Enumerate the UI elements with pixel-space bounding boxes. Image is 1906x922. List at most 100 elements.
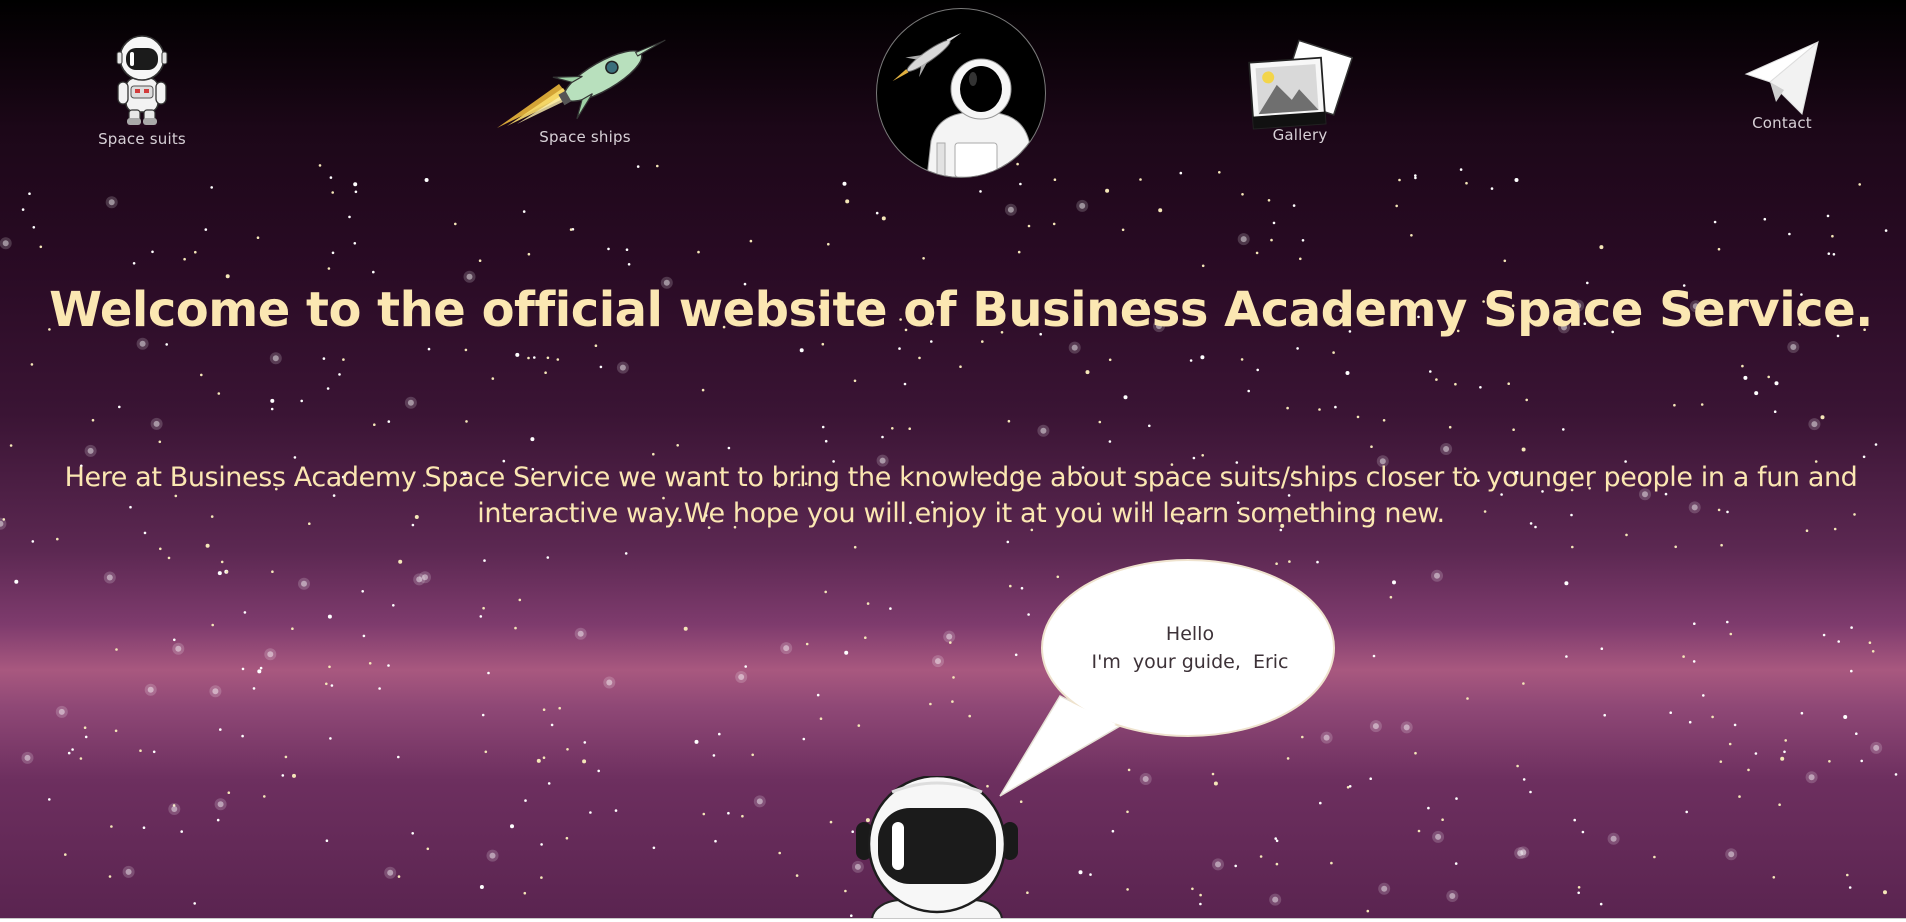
star xyxy=(1525,398,1528,402)
star xyxy=(1512,428,1515,432)
star xyxy=(487,671,490,675)
guide-astronaut[interactable] xyxy=(852,774,1022,922)
star xyxy=(569,228,573,231)
star xyxy=(1822,633,1826,637)
star xyxy=(225,570,229,574)
star xyxy=(514,626,517,630)
site-logo[interactable] xyxy=(876,8,1046,178)
star xyxy=(205,543,210,548)
star xyxy=(1372,654,1376,658)
star-core xyxy=(1443,446,1450,452)
star xyxy=(1459,168,1463,171)
star xyxy=(1826,214,1830,218)
star xyxy=(599,365,603,369)
star xyxy=(824,439,828,443)
star-core xyxy=(407,399,414,406)
star xyxy=(271,570,274,573)
star xyxy=(225,274,230,279)
nav-item-space-ships[interactable]: Space ships xyxy=(490,36,680,146)
star xyxy=(1414,751,1417,755)
star xyxy=(523,891,527,895)
star xyxy=(1503,259,1507,263)
star xyxy=(193,902,196,905)
star-core xyxy=(272,355,279,362)
star xyxy=(142,826,146,829)
star xyxy=(1139,178,1142,181)
star xyxy=(1692,660,1696,663)
nav-item-gallery[interactable]: Gallery xyxy=(1240,38,1360,144)
star xyxy=(158,440,162,444)
star xyxy=(829,820,833,824)
star xyxy=(1828,760,1831,763)
star xyxy=(1089,873,1092,876)
astronaut-logo-icon xyxy=(892,32,1034,177)
star xyxy=(1479,386,1482,389)
star xyxy=(624,552,628,555)
star xyxy=(533,356,536,359)
star xyxy=(1199,893,1202,897)
star xyxy=(652,846,656,850)
star xyxy=(1455,797,1458,800)
star xyxy=(853,379,857,383)
star xyxy=(373,423,376,427)
star xyxy=(1200,355,1205,360)
star xyxy=(844,650,849,655)
star xyxy=(39,245,43,249)
star xyxy=(152,750,156,754)
star xyxy=(527,252,531,256)
star xyxy=(326,387,330,390)
speech-bubble-text: Hello I'm your guide, Eric xyxy=(1040,620,1340,676)
star xyxy=(1345,371,1350,375)
star xyxy=(889,607,892,610)
star xyxy=(478,259,482,263)
star xyxy=(1868,641,1872,644)
star xyxy=(714,839,717,843)
star xyxy=(1098,420,1102,424)
star xyxy=(281,774,285,777)
star xyxy=(30,363,34,366)
star xyxy=(1521,447,1526,452)
star xyxy=(1427,806,1430,810)
star xyxy=(799,348,804,353)
star xyxy=(1780,756,1785,761)
star xyxy=(1111,829,1115,833)
nav-item-contact[interactable]: Contact xyxy=(1732,38,1832,132)
star xyxy=(465,420,468,423)
star xyxy=(173,638,176,642)
star xyxy=(327,614,332,619)
star-core xyxy=(1728,851,1735,858)
star xyxy=(1711,715,1714,719)
star-core xyxy=(946,633,953,640)
star xyxy=(1573,818,1576,822)
star-core xyxy=(1434,572,1440,579)
star xyxy=(968,714,971,718)
star xyxy=(1846,873,1849,877)
star-core xyxy=(1435,833,1442,840)
star xyxy=(546,556,550,559)
star xyxy=(211,623,214,627)
star xyxy=(331,251,335,255)
star xyxy=(270,398,275,403)
star xyxy=(1883,890,1887,895)
nav-item-space-suits[interactable]: Space suits xyxy=(92,34,192,148)
star xyxy=(614,809,618,812)
star xyxy=(1148,424,1151,428)
star xyxy=(292,773,296,778)
star xyxy=(908,427,911,431)
star xyxy=(1016,162,1019,166)
star xyxy=(1719,760,1723,763)
star xyxy=(353,242,357,245)
star xyxy=(1255,251,1259,255)
star xyxy=(1123,395,1128,400)
star xyxy=(329,737,332,740)
star xyxy=(79,757,83,760)
star xyxy=(322,357,326,360)
star xyxy=(284,755,288,759)
star xyxy=(824,590,827,594)
star xyxy=(293,456,297,459)
star xyxy=(778,851,781,855)
star xyxy=(542,756,546,759)
star-core xyxy=(147,686,154,693)
star xyxy=(1126,888,1129,891)
star-core xyxy=(217,801,224,808)
